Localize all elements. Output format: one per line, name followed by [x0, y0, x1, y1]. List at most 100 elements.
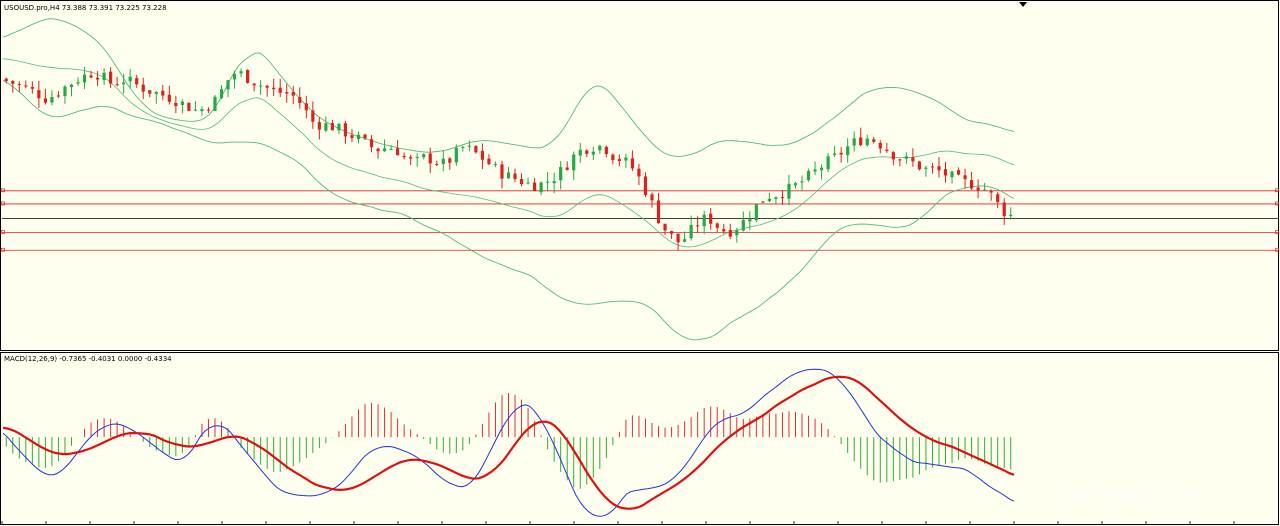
candle-bearish	[917, 161, 922, 170]
candle-bullish	[389, 149, 393, 151]
candle-bearish	[565, 167, 569, 170]
candle-bullish	[819, 167, 824, 171]
candle-bearish	[89, 75, 93, 78]
candle-bullish	[950, 171, 954, 178]
candle-bearish	[56, 95, 61, 97]
candle-bullish	[767, 198, 772, 202]
candle-bearish	[24, 85, 28, 87]
candle-bearish	[311, 110, 315, 122]
candle-bullish	[200, 109, 204, 112]
candle-bearish	[996, 194, 1000, 202]
candle-bearish	[409, 157, 413, 159]
candle-bullish	[813, 169, 817, 172]
candle-bearish	[428, 153, 432, 164]
candle-bearish	[891, 152, 895, 160]
candle-bullish	[735, 230, 739, 236]
candle-bearish	[970, 180, 974, 189]
candle-bearish	[709, 213, 713, 224]
candle-bearish	[369, 139, 374, 148]
candle-bearish	[780, 197, 785, 199]
candle-bullish	[578, 149, 582, 156]
candle-bullish	[787, 183, 791, 199]
candle-bearish	[604, 146, 608, 155]
candle-bullish	[226, 80, 230, 90]
candle-bearish	[161, 90, 165, 96]
candle-bullish	[852, 138, 856, 146]
candle-bullish	[50, 96, 54, 103]
candle-bullish	[259, 85, 263, 87]
candle-bearish	[911, 157, 915, 162]
candle-bullish	[702, 214, 706, 227]
candle-bullish	[774, 197, 778, 199]
candle-bearish	[585, 150, 589, 154]
candle-bullish	[69, 84, 74, 88]
candle-bearish	[350, 135, 354, 139]
candle-bearish	[304, 103, 308, 111]
candle-bullish	[154, 91, 158, 94]
candle-bearish	[474, 146, 478, 153]
price-chart-title: USOUSD.pro,H4 73.388 73.391 73.225 73.22…	[4, 4, 167, 12]
candle-bearish	[487, 158, 491, 165]
candle-bullish	[467, 145, 471, 147]
candle-bullish	[76, 82, 80, 84]
candle-bullish	[793, 183, 798, 186]
candle-bearish	[611, 154, 615, 161]
candle-bullish	[539, 182, 543, 193]
candle-bearish	[930, 166, 935, 168]
candle-bearish	[141, 84, 145, 92]
candle-bearish	[17, 84, 21, 86]
candle-bearish	[963, 175, 967, 180]
candle-bullish	[806, 170, 811, 181]
candle-bullish	[983, 189, 987, 191]
candle-bearish	[617, 159, 621, 162]
candle-bullish	[63, 86, 67, 97]
watermark: @WeTrade众汇 官方	[1062, 486, 1206, 504]
candle-bearish	[448, 158, 452, 163]
candle-bullish	[122, 82, 126, 85]
candle-bullish	[219, 89, 224, 99]
candle-bearish	[859, 137, 863, 146]
candle-bearish	[435, 163, 439, 165]
candle-bearish	[728, 229, 732, 237]
candle-bearish	[317, 122, 321, 130]
candle-bearish	[265, 85, 269, 88]
candle-bearish	[278, 87, 282, 93]
candle-bullish	[552, 181, 556, 184]
candle-bullish	[559, 166, 563, 181]
candle-bullish	[213, 96, 217, 112]
candle-bearish	[187, 103, 191, 111]
candle-bullish	[232, 73, 237, 80]
candle-bearish	[663, 223, 667, 231]
candle-bearish	[376, 148, 380, 152]
candle-bearish	[630, 158, 635, 169]
candle-bearish	[722, 229, 726, 232]
candle-bearish	[898, 159, 902, 161]
candle-bullish	[441, 158, 445, 165]
candle-bearish	[396, 148, 400, 156]
candle-bearish	[656, 200, 661, 224]
candle-bearish	[95, 77, 100, 80]
candle-bullish	[461, 146, 465, 148]
chart-canvas: USOUSD.pro,H4 73.388 73.391 73.225 73.22…	[0, 0, 1279, 525]
candle-bullish	[598, 145, 602, 151]
candle-bearish	[37, 90, 41, 99]
candle-bullish	[193, 109, 198, 111]
candle-bearish	[291, 92, 295, 96]
candle-bearish	[30, 87, 34, 89]
candle-bullish	[741, 219, 745, 231]
candle-bearish	[43, 98, 47, 103]
candle-bearish	[109, 71, 113, 84]
candle-bearish	[956, 170, 961, 175]
candle-bearish	[363, 134, 367, 139]
candle-bearish	[115, 84, 119, 86]
candle-bearish	[715, 223, 719, 228]
candle-bullish	[1009, 214, 1013, 216]
candle-bearish	[989, 190, 993, 193]
candle-bearish	[480, 150, 485, 160]
candle-bullish	[546, 181, 550, 183]
candle-bullish	[239, 71, 243, 74]
candle-bullish	[865, 138, 869, 146]
candle-bullish	[422, 154, 426, 158]
candle-bearish	[500, 164, 504, 179]
candle-bullish	[689, 224, 693, 239]
